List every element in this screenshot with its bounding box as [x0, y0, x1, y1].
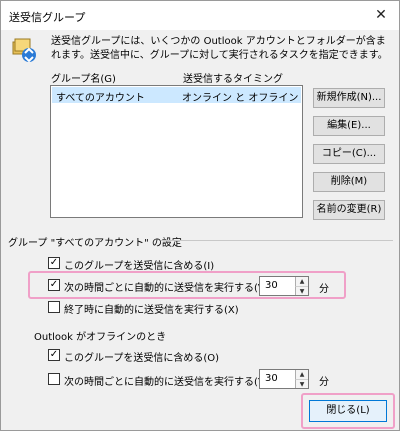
dialog-description: 送受信グループには、いくつかの Outlook アカウントとフォルダーが含まれま… — [51, 36, 388, 61]
window-title: 送受信グループ — [9, 11, 86, 24]
minutes-unit: 分 — [319, 377, 329, 388]
offline-auto-send-receive-checkbox[interactable] — [48, 373, 60, 385]
offline-include-group-checkbox[interactable]: ✓ — [48, 349, 60, 361]
delete-button[interactable]: 削除(M) — [313, 172, 385, 192]
close-button[interactable]: 閉じる(L) — [309, 400, 387, 422]
send-receive-groups-dialog: 送受信グループ ✕ 送受信グループには、いくつかの Outlook アカウントと… — [0, 0, 400, 431]
auto-send-receive-label: 次の時間ごとに自動的に送受信を実行する(V) — [64, 283, 269, 294]
close-icon[interactable]: ✕ — [371, 5, 391, 25]
stepper-down-icon[interactable]: ▼ — [295, 286, 308, 295]
send-receive-icon — [12, 38, 36, 63]
minutes-unit: 分 — [319, 284, 329, 295]
offline-include-group-label: このグループを送受信に含める(O) — [64, 353, 220, 364]
send-receive-on-exit-checkbox[interactable] — [48, 301, 60, 313]
separator — [161, 240, 393, 241]
column-header-timing: 送受信するタイミング — [183, 74, 283, 85]
list-item[interactable]: すべてのアカウント オンライン と オフライン — [52, 87, 301, 104]
rename-button[interactable]: 名前の変更(R) — [313, 200, 385, 220]
auto-minutes-value: 30 — [265, 280, 278, 291]
include-group-checkbox[interactable]: ✓ — [48, 257, 60, 269]
list-item-timing: オンライン と オフライン — [182, 93, 299, 104]
include-group-label: このグループを送受信に含める(I) — [64, 261, 215, 272]
title-bar: 送受信グループ ✕ — [1, 1, 399, 30]
offline-auto-minutes-value: 30 — [265, 373, 278, 384]
stepper-down-icon[interactable]: ▼ — [295, 379, 308, 388]
stepper-up-icon[interactable]: ▲ — [295, 370, 308, 379]
copy-button[interactable]: コピー(C)... — [313, 144, 385, 164]
edit-button[interactable]: 編集(E)... — [313, 116, 385, 136]
column-header-group-name: グループ名(G) — [51, 74, 116, 85]
auto-minutes-stepper[interactable]: 30 ▲ ▼ — [259, 276, 309, 296]
group-settings-label: グループ "すべてのアカウント" の設定 — [8, 238, 182, 249]
new-button[interactable]: 新規作成(N)... — [313, 88, 385, 108]
stepper-up-icon[interactable]: ▲ — [295, 277, 308, 286]
auto-send-receive-checkbox[interactable]: ✓ — [48, 279, 60, 291]
list-item-name: すべてのアカウント — [56, 93, 145, 104]
group-list[interactable]: すべてのアカウント オンライン と オフライン — [50, 85, 303, 218]
offline-auto-send-receive-label: 次の時間ごとに自動的に送受信を実行する(Y) — [64, 377, 268, 388]
offline-auto-minutes-stepper[interactable]: 30 ▲ ▼ — [259, 369, 309, 389]
send-receive-on-exit-label: 終了時に自動的に送受信を実行する(X) — [64, 305, 239, 316]
offline-section-title: Outlook がオフラインのとき — [34, 332, 167, 343]
